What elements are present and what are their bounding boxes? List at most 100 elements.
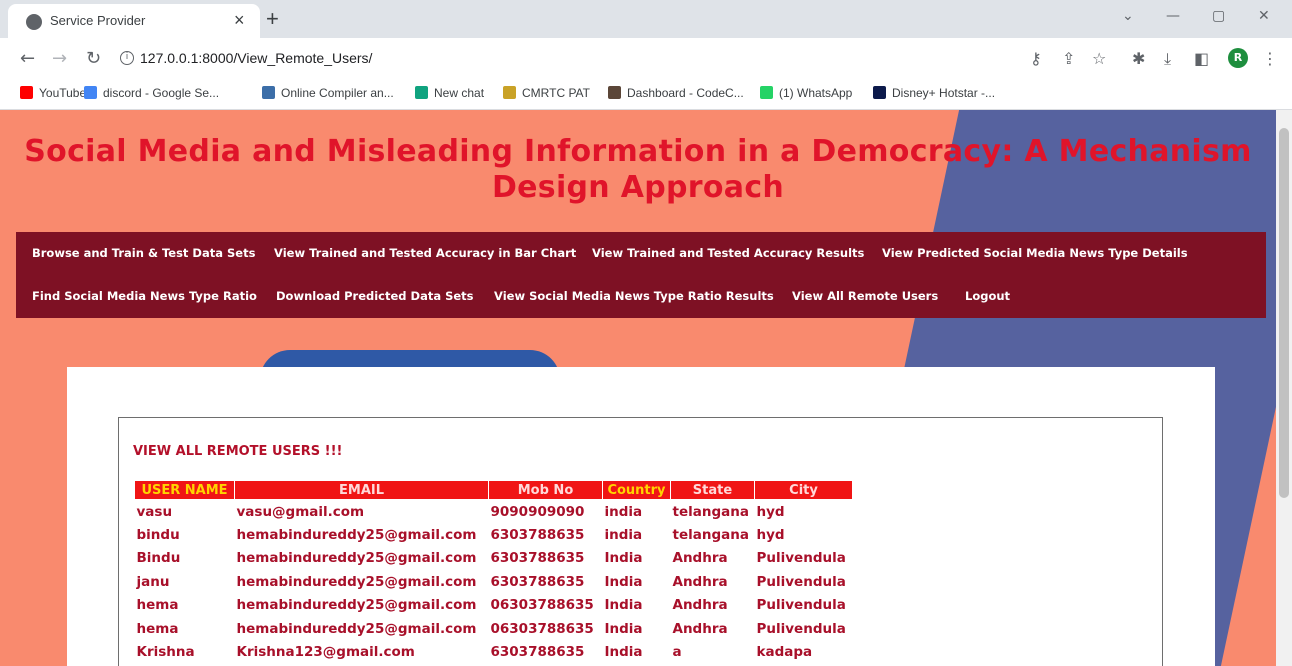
cell-email: hemabindureddy25@gmail.com	[236, 526, 477, 543]
col-city: City	[754, 480, 853, 500]
main-nav: Browse and Train & Test Data Sets View T…	[16, 232, 1266, 318]
google-icon	[84, 86, 97, 99]
minimize-button[interactable]: —	[1166, 8, 1180, 24]
address-bar[interactable]: i 127.0.0.1:8000/View_Remote_Users/	[110, 44, 1120, 74]
bookmark-label: Disney+ Hotstar -...	[892, 86, 996, 100]
nav-predicted-news-type[interactable]: View Predicted Social Media News Type De…	[882, 246, 1188, 260]
menu-dots-icon[interactable]: ⋮	[1262, 49, 1278, 68]
title-line-1: Social Media and Misleading Information …	[24, 134, 1252, 169]
nav-view-remote-users[interactable]: View All Remote Users	[792, 289, 938, 303]
table-row: vasu vasu@gmail.com 9090909090 india telanga…	[135, 500, 853, 524]
back-arrow-icon[interactable]: ←	[20, 48, 35, 69]
cell-city: Pulivendula	[756, 620, 846, 637]
cell-state: Andhra	[672, 597, 728, 614]
web-page: Social Media and Misleading Information …	[0, 110, 1276, 666]
cell-city: kadapa	[756, 644, 813, 661]
close-window-button[interactable]: ✕	[1258, 8, 1270, 24]
title-line-2: Design Approach	[491, 170, 785, 205]
bookmarks-bar: YouTube discord - Google Se... Online Comp…	[0, 80, 1292, 110]
globe-icon	[26, 14, 42, 30]
nav-find-news-type-ratio[interactable]: Find Social Media News Type Ratio	[32, 289, 257, 303]
nav-accuracy-bar-chart[interactable]: View Trained and Tested Accuracy in Bar …	[274, 246, 576, 260]
nav-logout[interactable]: Logout	[965, 289, 1010, 303]
bookmark-label: Dashboard - CodeC...	[627, 86, 744, 100]
cell-state: telangana	[672, 503, 749, 520]
cell-state: Andhra	[672, 620, 728, 637]
bookmark-item[interactable]: discord - Google Se...	[84, 86, 219, 100]
bookmark-item[interactable]: Online Compiler an...	[262, 86, 394, 100]
codechef-icon	[608, 86, 621, 99]
cell-mob-no: 6303788635	[490, 573, 585, 590]
bookmark-label: New chat	[434, 86, 485, 100]
tab-title: Service Provider	[50, 13, 146, 28]
bookmark-item[interactable]: Dashboard - CodeC...	[608, 86, 744, 100]
nav-accuracy-results[interactable]: View Trained and Tested Accuracy Results	[592, 246, 864, 260]
youtube-icon	[20, 86, 33, 99]
table-row: Bindu hemabindureddy25@gmail.com 630378863…	[135, 547, 853, 571]
profile-avatar[interactable]: R	[1228, 48, 1248, 68]
tab-close-button[interactable]: ×	[234, 10, 245, 31]
cell-email: vasu@gmail.com	[236, 503, 365, 520]
forward-arrow-icon[interactable]: →	[52, 48, 67, 69]
browser-tab[interactable]: Service Provider ×	[8, 4, 260, 38]
scrollbar-thumb[interactable]	[1279, 128, 1289, 498]
table-row: janu hemabindureddy25@gmail.com 6303788635…	[135, 570, 853, 594]
cell-city: Pulivendula	[756, 573, 846, 590]
cell-email: hemabindureddy25@gmail.com	[236, 550, 477, 567]
cell-mob-no: 6303788635	[490, 644, 585, 661]
cell-country: India	[604, 620, 643, 637]
cell-country: India	[604, 573, 643, 590]
cell-city: Pulivendula	[756, 550, 846, 567]
extensions-icon[interactable]: ✱	[1132, 49, 1145, 68]
cell-country: India	[604, 644, 643, 661]
table-row: bindu hemabindureddy25@gmail.com 630378863…	[135, 523, 853, 547]
bookmark-label: (1) WhatsApp	[779, 86, 853, 100]
cell-email: hemabindureddy25@gmail.com	[236, 573, 477, 590]
cell-user-name: vasu	[136, 503, 173, 520]
whatsapp-icon	[760, 86, 773, 99]
page-scrollbar[interactable]	[1276, 110, 1292, 666]
cell-user-name: hema	[136, 620, 179, 637]
hotstar-icon	[873, 86, 886, 99]
bookmark-item[interactable]: YouTube	[20, 86, 86, 100]
col-email: EMAIL	[234, 480, 489, 500]
bookmark-item[interactable]: CMRTC PAT	[503, 86, 590, 100]
cell-user-name: Bindu	[136, 550, 181, 567]
section-heading: VIEW ALL REMOTE USERS !!!	[133, 444, 343, 459]
cell-state: telangana	[672, 526, 749, 543]
tab-search-icon[interactable]: ⌄	[1122, 8, 1134, 24]
cell-city: hyd	[756, 526, 785, 543]
cell-country: india	[604, 503, 643, 520]
sidepanel-icon[interactable]: ◧	[1194, 49, 1209, 68]
share-icon[interactable]: ⇪	[1062, 49, 1075, 68]
compiler-icon	[262, 86, 275, 99]
restore-button[interactable]: ▢	[1212, 8, 1225, 24]
cell-user-name: Krishna	[136, 644, 195, 661]
bookmark-label: CMRTC PAT	[522, 86, 590, 100]
bookmark-item[interactable]: New chat	[415, 86, 484, 100]
page-title: Social Media and Misleading Information …	[0, 134, 1276, 206]
new-tab-button[interactable]: +	[266, 6, 279, 32]
nav-ratio-results[interactable]: View Social Media News Type Ratio Result…	[494, 289, 774, 303]
key-icon[interactable]: ⚷	[1030, 49, 1042, 68]
reload-icon[interactable]: ↻	[86, 48, 101, 69]
cell-state: Andhra	[672, 573, 728, 590]
nav-browse-train-test[interactable]: Browse and Train & Test Data Sets	[32, 246, 255, 260]
col-country: Country	[602, 480, 671, 500]
bookmark-item[interactable]: Disney+ Hotstar -...	[873, 86, 995, 100]
cell-email: hemabindureddy25@gmail.com	[236, 597, 477, 614]
cell-city: hyd	[756, 503, 785, 520]
cell-country: India	[604, 597, 643, 614]
download-icon[interactable]: ⤓	[1164, 49, 1171, 69]
nav-download-predicted[interactable]: Download Predicted Data Sets	[276, 289, 474, 303]
bookmark-label: discord - Google Se...	[103, 86, 220, 100]
col-user-name: USER NAME	[134, 480, 235, 500]
info-icon[interactable]: i	[120, 51, 134, 65]
chatgpt-icon	[415, 86, 428, 99]
cell-user-name: hema	[136, 597, 179, 614]
star-icon[interactable]: ☆	[1092, 49, 1106, 68]
cell-mob-no: 06303788635	[490, 620, 594, 637]
col-state: State	[670, 480, 755, 500]
cell-state: a	[672, 644, 682, 661]
bookmark-item[interactable]: (1) WhatsApp	[760, 86, 852, 100]
